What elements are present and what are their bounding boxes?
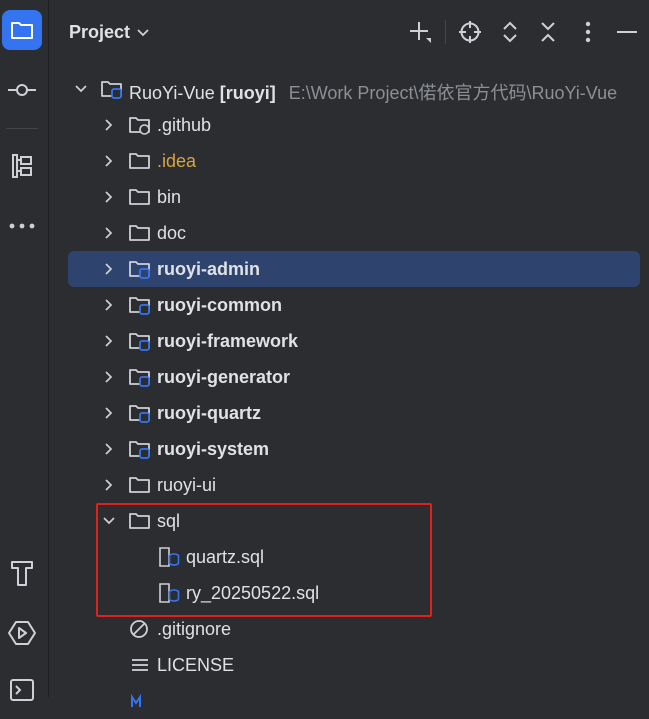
- tree-item-bin[interactable]: bin: [49, 179, 649, 215]
- terminal-icon: [10, 679, 34, 701]
- github-folder-icon: [129, 117, 150, 135]
- tree-item-ruoyi-system[interactable]: ruoyi-system: [49, 431, 649, 467]
- structure-icon: [12, 154, 32, 178]
- chevron-right-icon[interactable]: [101, 477, 117, 493]
- module-folder-icon: [101, 81, 122, 99]
- tree-item-partial[interactable]: [49, 683, 649, 719]
- module-name: [ruoyi]: [219, 83, 276, 103]
- project-tool-button[interactable]: [2, 10, 42, 50]
- tree-item-label: .idea: [157, 151, 197, 171]
- ignore-file-icon: [130, 620, 148, 638]
- folder-icon: [129, 153, 150, 169]
- folder-icon: [129, 477, 150, 493]
- tree-item-label: doc: [157, 223, 187, 243]
- highlight-box: [96, 503, 432, 617]
- tree-item-ruoyi-generator[interactable]: ruoyi-generator: [49, 359, 649, 395]
- chevron-right-icon[interactable]: [101, 261, 117, 277]
- tree-item-ruoyi-ui[interactable]: ruoyi-ui: [49, 467, 649, 503]
- folder-icon: [11, 22, 33, 39]
- module-folder-icon: [129, 369, 150, 387]
- hide-panel-button[interactable]: [613, 18, 641, 46]
- tree-item-label: ruoyi-quartz: [157, 403, 262, 423]
- tool-window-rail: [0, 0, 49, 701]
- chevron-right-icon[interactable]: [101, 369, 117, 385]
- structure-tool-button[interactable]: [2, 146, 42, 186]
- chevron-right-icon[interactable]: [101, 333, 117, 349]
- add-icon: [410, 22, 431, 43]
- tree-item-github[interactable]: .github: [49, 107, 649, 143]
- toolbar-separator: [445, 20, 446, 44]
- expand-all-icon: [503, 21, 517, 43]
- tree-root-row[interactable]: RuoYi-Vue [ruoyi] E:\Work Project\偌依官方代码…: [49, 71, 649, 107]
- services-tool-button[interactable]: [2, 613, 42, 653]
- module-folder-icon: [129, 441, 150, 459]
- chevron-right-icon[interactable]: [101, 441, 117, 457]
- panel-header: Project: [49, 0, 649, 62]
- project-path: E:\Work Project\偌依官方代码\RuoYi-Vue: [288, 83, 618, 103]
- panel-title-dropdown[interactable]: Project: [69, 22, 150, 43]
- tree-item-doc[interactable]: doc: [49, 215, 649, 251]
- tree-item-ruoyi-admin[interactable]: ruoyi-admin: [68, 251, 640, 287]
- chevron-down-icon[interactable]: [73, 81, 89, 97]
- panel-title: Project: [69, 22, 131, 42]
- tree-item-license[interactable]: LICENSE: [49, 647, 649, 683]
- minimize-icon: [617, 31, 637, 33]
- commit-tool-button[interactable]: [2, 70, 42, 110]
- module-folder-icon: [129, 333, 150, 351]
- tree-item-ruoyi-framework[interactable]: ruoyi-framework: [49, 323, 649, 359]
- collapse-all-button[interactable]: [534, 18, 562, 46]
- locate-file-button[interactable]: [456, 18, 484, 46]
- more-horizontal-icon: [9, 223, 35, 229]
- terminal-tool-button[interactable]: [2, 670, 42, 710]
- module-folder-icon: [129, 297, 150, 315]
- more-tools-button[interactable]: [2, 206, 42, 246]
- tree-item-label: ruoyi-generator: [157, 367, 291, 387]
- services-icon: [8, 621, 36, 645]
- crosshair-icon: [459, 21, 481, 43]
- tree-item-label: ruoyi-ui: [157, 475, 217, 495]
- expand-all-button[interactable]: [496, 18, 524, 46]
- options-button[interactable]: [574, 18, 602, 46]
- chevron-right-icon[interactable]: [101, 153, 117, 169]
- rail-separator: [6, 128, 38, 129]
- module-folder-icon: [129, 405, 150, 423]
- maven-file-icon: [131, 693, 141, 707]
- tree-item-idea[interactable]: .idea: [49, 143, 649, 179]
- tree-item-label: ruoyi-framework: [157, 331, 299, 351]
- chevron-right-icon[interactable]: [101, 405, 117, 421]
- tree-item-ruoyi-common[interactable]: ruoyi-common: [49, 287, 649, 323]
- tree-item-label: ruoyi-common: [157, 295, 283, 315]
- tree-item-label: ruoyi-system: [157, 439, 270, 459]
- tree-item-label: ruoyi-admin: [157, 259, 261, 279]
- chevron-right-icon[interactable]: [101, 117, 117, 133]
- hammer-icon: [11, 561, 33, 586]
- folder-icon: [129, 189, 150, 205]
- chevron-down-icon: [137, 28, 149, 36]
- chevron-right-icon[interactable]: [101, 189, 117, 205]
- tree-item-label: bin: [157, 187, 182, 207]
- new-file-button[interactable]: [406, 18, 434, 46]
- tree-root-label: RuoYi-Vue [ruoyi] E:\Work Project\偌依官方代码…: [129, 79, 617, 105]
- collapse-all-icon: [541, 22, 555, 42]
- build-tool-button[interactable]: [2, 553, 42, 593]
- tree-item-label: .github: [157, 115, 212, 135]
- folder-icon: [129, 225, 150, 241]
- chevron-right-icon[interactable]: [101, 225, 117, 241]
- project-name: RuoYi-Vue: [129, 83, 215, 103]
- chevron-right-icon[interactable]: [101, 297, 117, 313]
- module-folder-icon: [129, 261, 150, 279]
- text-file-icon: [132, 659, 148, 671]
- commit-icon: [8, 84, 36, 96]
- tree-item-label: .gitignore: [157, 619, 232, 639]
- more-vertical-icon: [585, 21, 591, 43]
- tree-item-label: LICENSE: [157, 655, 235, 675]
- tree-item-ruoyi-quartz[interactable]: ruoyi-quartz: [49, 395, 649, 431]
